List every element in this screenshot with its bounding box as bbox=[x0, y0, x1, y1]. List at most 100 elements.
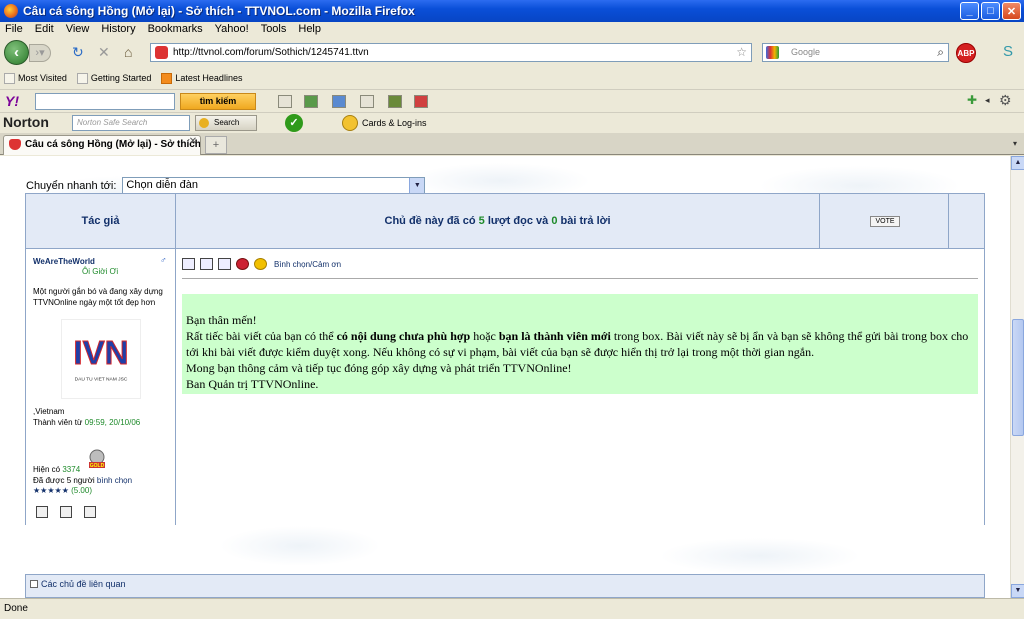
skype-icon[interactable]: S bbox=[998, 43, 1018, 63]
yahoo-add-icon[interactable] bbox=[304, 95, 318, 108]
yahoo-toolbar: Y! tìm kiếm ✚ ◂ ⚙ bbox=[0, 89, 1024, 112]
expand-checkbox-icon[interactable] bbox=[30, 580, 38, 588]
forward-button[interactable]: ›▾ bbox=[29, 44, 51, 62]
yahoo-antispy-icon[interactable] bbox=[414, 95, 428, 108]
url-text: http://ttvnol.com/forum/Sothich/1245741.… bbox=[173, 47, 369, 58]
quote-icon[interactable] bbox=[200, 258, 213, 270]
web-search-input[interactable]: Google ⌕ bbox=[762, 43, 949, 62]
related-topics[interactable]: Các chủ đề liên quan bbox=[25, 574, 985, 598]
window-title: Câu cá sông Hồng (Mở lại) - Sở thích - T… bbox=[23, 4, 415, 18]
maximize-button[interactable]: □ bbox=[981, 2, 1000, 20]
cards-and-logins-button[interactable]: Cards & Log-ins bbox=[342, 114, 427, 132]
print-icon[interactable] bbox=[218, 258, 231, 270]
vote-link[interactable]: bình chọn bbox=[97, 476, 132, 485]
post-count: Hiện có 3374 bbox=[33, 465, 81, 474]
smiley-icon[interactable] bbox=[254, 258, 267, 270]
bookmark-star-icon[interactable]: ☆ bbox=[736, 44, 747, 61]
author-panel: WeAreTheWorld ♂ Ôi Giời Ơi Một người gắn… bbox=[26, 249, 176, 525]
norton-search-button[interactable]: Search bbox=[195, 115, 257, 131]
add-button-icon[interactable]: ✚ bbox=[967, 94, 977, 106]
vote-button[interactable]: VOTE bbox=[870, 216, 900, 227]
url-bar[interactable]: http://ttvnol.com/forum/Sothich/1245741.… bbox=[150, 43, 752, 62]
voted-by: Đã được 5 người bình chọn bbox=[33, 476, 133, 485]
tab-active[interactable]: Câu cá sông Hồng (Mở lại) - Sở thích ... bbox=[3, 135, 201, 155]
avatar-logo-subtitle: DAU TU VIET NAM JSC bbox=[75, 376, 128, 382]
user-bio: Một người gắn bó và đang xây dựng TTVNOn… bbox=[33, 287, 163, 307]
username[interactable]: WeAreTheWorld bbox=[33, 257, 95, 266]
yahoo-bookmarks-icon[interactable] bbox=[388, 95, 402, 108]
yahoo-search-button[interactable]: tìm kiếm bbox=[180, 93, 256, 110]
norton-search-input[interactable]: Norton Safe Search bbox=[72, 115, 190, 131]
menu-history[interactable]: History bbox=[101, 22, 135, 37]
forum-post-table: Tác giả Chủ đề này đã có 5 lượt đọc và 0… bbox=[25, 193, 985, 525]
adblock-icon[interactable]: ABP bbox=[956, 43, 976, 63]
checkmark-icon[interactable]: ✓ bbox=[285, 114, 303, 132]
tab-list-icon[interactable]: ▾ bbox=[1008, 136, 1022, 152]
close-button[interactable]: ✕ bbox=[1002, 2, 1021, 20]
lock-icon bbox=[342, 115, 358, 131]
scroll-thumb[interactable] bbox=[1012, 319, 1024, 436]
yahoo-messenger-icon[interactable] bbox=[332, 95, 346, 108]
notice-body: Rất tiếc bài viết của bạn có thể có nội … bbox=[186, 329, 969, 359]
tab-label: Câu cá sông Hồng (Mở lại) - Sở thích ... bbox=[25, 139, 201, 150]
male-icon: ♂ bbox=[160, 255, 167, 265]
gear-icon[interactable]: ⚙ bbox=[999, 93, 1012, 107]
menu-bookmarks[interactable]: Bookmarks bbox=[148, 22, 203, 37]
scroll-up-icon[interactable]: ▲ bbox=[1011, 156, 1024, 170]
post-table-header: Tác giả Chủ đề này đã có 5 lượt đọc và 0… bbox=[26, 194, 984, 249]
forum-jump-select[interactable]: Chọn diễn đàn ▼ bbox=[122, 177, 426, 194]
yahoo-pages-icon[interactable] bbox=[360, 95, 374, 108]
notice-greeting: Bạn thân mến! bbox=[186, 313, 257, 327]
yahoo-mail-icon[interactable] bbox=[278, 95, 292, 108]
stop-icon[interactable]: ✕ bbox=[98, 45, 110, 59]
tab-close-icon[interactable]: ✕ bbox=[187, 136, 199, 148]
back-button[interactable]: ‹ bbox=[4, 40, 29, 65]
norton-logo[interactable]: Norton bbox=[3, 114, 49, 130]
private-message-icon[interactable] bbox=[60, 506, 72, 518]
views-count: 5 bbox=[478, 215, 485, 227]
new-tab-button[interactable]: + bbox=[205, 136, 227, 154]
post-tools: Bình chọn/Cảm ơn bbox=[182, 258, 341, 270]
search-icon[interactable]: ⌕ bbox=[937, 44, 944, 61]
bookmarks-toolbar: Most Visited Getting Started Latest Head… bbox=[0, 68, 1024, 88]
menu-help[interactable]: Help bbox=[298, 22, 321, 37]
scroll-down-icon[interactable]: ▼ bbox=[1011, 584, 1024, 598]
rss-icon bbox=[161, 72, 173, 84]
bookmark-most-visited[interactable]: Most Visited bbox=[4, 72, 67, 84]
minimize-button[interactable]: _ bbox=[960, 2, 979, 20]
forum-jump: Chuyển nhanh tới: Chọn diễn đàn ▼ bbox=[26, 177, 426, 194]
home-icon[interactable]: ⌂ bbox=[124, 45, 132, 59]
profile-icon[interactable] bbox=[36, 506, 48, 518]
yahoo-search-input[interactable] bbox=[35, 93, 175, 110]
avatar-logo-text: IVN bbox=[73, 335, 128, 372]
folder-icon bbox=[4, 72, 15, 84]
bookmark-latest-headlines[interactable]: Latest Headlines bbox=[161, 72, 242, 84]
user-posts-icon[interactable] bbox=[84, 506, 96, 518]
window-title-bar[interactable]: Câu cá sông Hồng (Mở lại) - Sở thích - T… bbox=[0, 0, 1024, 22]
google-icon[interactable] bbox=[766, 46, 779, 59]
chevron-left-icon[interactable]: ◂ bbox=[985, 94, 990, 106]
user-avatar[interactable]: IVN DAU TU VIET NAM JSC bbox=[61, 319, 141, 399]
menu-edit[interactable]: Edit bbox=[35, 22, 54, 37]
report-icon[interactable] bbox=[236, 258, 249, 270]
yahoo-logo[interactable]: Y! bbox=[5, 93, 19, 109]
forum-jump-label: Chuyển nhanh tới: bbox=[26, 179, 117, 192]
menu-file[interactable]: File bbox=[5, 22, 23, 37]
gold-label: GOLD bbox=[90, 463, 105, 469]
reload-icon[interactable]: ↻ bbox=[72, 45, 84, 59]
chevron-down-icon[interactable]: ▼ bbox=[409, 178, 425, 193]
navigation-toolbar: ‹ ›▾ ↻ ✕ ⌂ http://ttvnol.com/forum/Sothi… bbox=[0, 37, 1024, 67]
notice-line2: Mong bạn thông cảm và tiếp tục đóng góp … bbox=[186, 361, 572, 375]
menu-view[interactable]: View bbox=[66, 22, 90, 37]
page-content: Chuyển nhanh tới: Chọn diễn đàn ▼ Tác gi… bbox=[0, 156, 1010, 598]
edit-icon[interactable] bbox=[182, 258, 195, 270]
vote-thanks-link[interactable]: Bình chọn/Cảm ơn bbox=[274, 260, 341, 269]
notice-signature: Ban Quản trị TTVNOnline. bbox=[186, 377, 319, 391]
bookmark-getting-started[interactable]: Getting Started bbox=[76, 72, 151, 84]
vertical-scrollbar[interactable]: ▲ ▼ bbox=[1010, 156, 1024, 598]
menu-bar: File Edit View History Bookmarks Yahoo! … bbox=[0, 22, 1024, 37]
menu-yahoo[interactable]: Yahoo! bbox=[215, 22, 249, 37]
moderation-notice: Bạn thân mến! Rất tiếc bài viết của bạn … bbox=[182, 294, 978, 394]
gold-medal-icon: GOLD bbox=[89, 449, 105, 469]
menu-tools[interactable]: Tools bbox=[261, 22, 287, 37]
